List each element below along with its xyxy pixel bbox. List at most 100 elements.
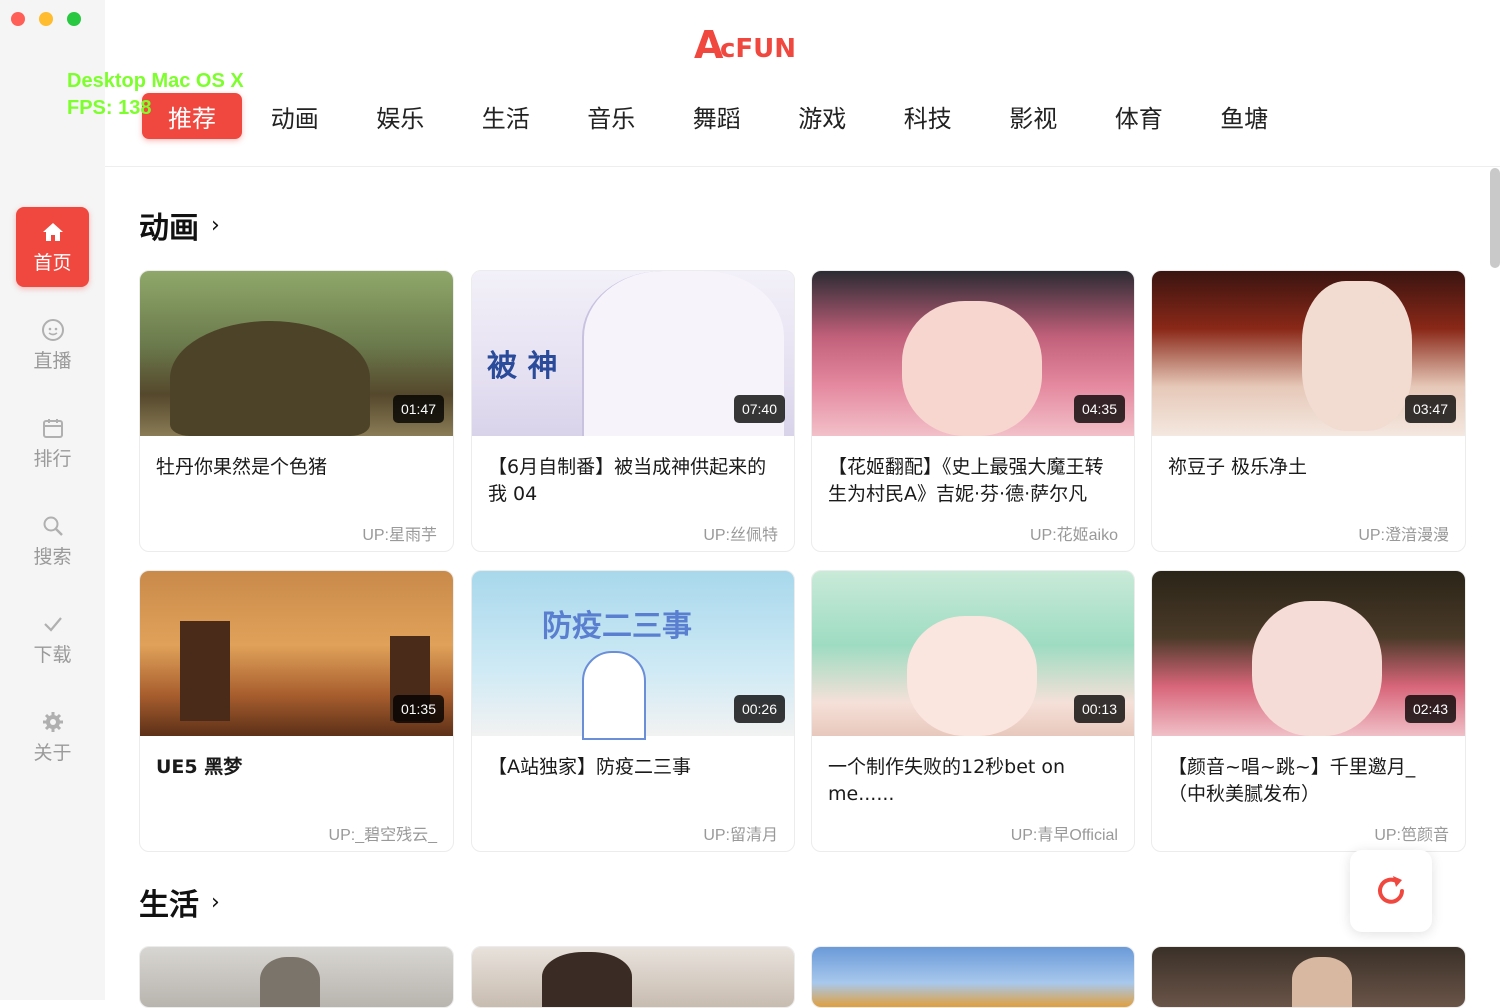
video-thumbnail xyxy=(140,947,453,1007)
video-uploader: UP:丝佩特 xyxy=(703,527,778,544)
check-icon xyxy=(43,616,62,632)
thumbnail-shape xyxy=(1302,281,1412,431)
thumbnail-shape xyxy=(1252,601,1382,736)
duration-badge: 00:13 xyxy=(1073,695,1125,723)
thumbnail-shape xyxy=(582,651,646,740)
sidebar-item-about[interactable]: 关于 xyxy=(16,697,89,777)
face-icon xyxy=(41,318,64,341)
thumbnail-shape xyxy=(907,616,1037,736)
sidebar-item-label: 首页 xyxy=(33,251,72,274)
thumbnail-shape xyxy=(542,952,632,1007)
video-card[interactable] xyxy=(139,946,454,1008)
video-title: 牡丹你果然是个色猪 xyxy=(156,456,328,478)
tab-film[interactable]: 影视 xyxy=(981,93,1087,139)
video-card[interactable]: 防疫二三事 00:26 【A站独家】防疫二三事 UP:留清月 xyxy=(471,570,795,852)
video-title: 【颜音~唱~跳~】千里邀月_（中秋美腻发布） xyxy=(1168,756,1416,805)
home-icon xyxy=(42,222,63,241)
sidebar-item-download[interactable]: 下载 xyxy=(16,599,89,679)
duration-badge: 01:35 xyxy=(392,695,444,723)
video-uploader: UP:_碧空残云_ xyxy=(328,827,437,844)
refresh-icon xyxy=(1378,876,1404,904)
sidebar-item-label: 直播 xyxy=(33,349,72,372)
close-window-button[interactable] xyxy=(11,12,25,26)
thumbnail-shape xyxy=(180,621,230,721)
svg-text:cFUN: cFUN xyxy=(720,34,796,64)
section-title-text: 生活 xyxy=(139,888,199,923)
duration-badge: 07:40 xyxy=(733,395,785,423)
duration-badge: 00:26 xyxy=(733,695,785,723)
video-card[interactable]: 03:47 祢豆子 极乐净土 UP:澄湆漫漫 xyxy=(1151,270,1466,552)
video-uploader: UP:青早Official xyxy=(1010,827,1118,844)
video-title: 祢豆子 极乐净土 xyxy=(1168,456,1308,478)
acfun-logo: A cFUN xyxy=(694,23,806,72)
gear-icon xyxy=(42,711,63,732)
duration-badge: 04:35 xyxy=(1073,395,1125,423)
sidebar-item-label: 排行 xyxy=(33,447,72,470)
sidebar-item-home[interactable]: 首页 xyxy=(16,207,89,287)
sidebar-item-ranking[interactable]: 排行 xyxy=(16,403,89,483)
thumbnail-artwork: 被 神 xyxy=(487,349,558,384)
chevron-right-icon: › xyxy=(211,889,220,915)
sidebar-item-search[interactable]: 搜索 xyxy=(16,501,89,581)
video-title: UE5 黑梦 xyxy=(156,756,243,778)
tab-sports[interactable]: 体育 xyxy=(1086,93,1192,139)
video-thumbnail xyxy=(812,947,1134,1007)
video-card[interactable]: 00:13 一个制作失败的12秒bet on me...... UP:青早Off… xyxy=(811,570,1135,852)
video-title: 【6月自制番】被当成神供起来的我 04 xyxy=(488,456,767,505)
thumbnail-shape xyxy=(902,301,1042,436)
tab-music[interactable]: 音乐 xyxy=(559,93,665,139)
chevron-right-icon: › xyxy=(211,212,220,238)
category-tabs: 推荐 动画 娱乐 生活 音乐 舞蹈 游戏 科技 影视 体育 鱼塘 xyxy=(142,93,1297,141)
video-thumbnail xyxy=(1152,947,1465,1007)
zoom-window-button[interactable] xyxy=(67,12,81,26)
section-title-animation[interactable]: 动画 › xyxy=(139,203,220,247)
tab-games[interactable]: 游戏 xyxy=(770,93,876,139)
video-title: 【A站独家】防疫二三事 xyxy=(488,756,691,778)
thumbnail-shape xyxy=(170,321,370,436)
video-card[interactable]: 01:35 UE5 黑梦 UP:_碧空残云_ xyxy=(139,570,454,852)
sidebar: 首页 直播 排行 搜索 下载 关于 xyxy=(0,0,105,1000)
header-divider xyxy=(105,166,1500,167)
sidebar-item-live[interactable]: 直播 xyxy=(16,305,89,385)
tab-entertainment[interactable]: 娱乐 xyxy=(348,93,454,139)
video-uploader: UP:澄湆漫漫 xyxy=(1358,527,1449,544)
video-uploader: UP:星雨芋 xyxy=(362,527,437,544)
video-card[interactable]: 01:47 牡丹你果然是个色猪 UP:星雨芋 xyxy=(139,270,454,552)
video-uploader: UP:花姬aiko xyxy=(1029,527,1118,544)
video-uploader: UP:笆颜音 xyxy=(1374,827,1449,844)
tab-life[interactable]: 生活 xyxy=(453,93,559,139)
section-title-life[interactable]: 生活 › xyxy=(139,880,220,924)
video-thumbnail xyxy=(472,947,794,1007)
video-card[interactable]: 02:43 【颜音~唱~跳~】千里邀月_（中秋美腻发布） UP:笆颜音 xyxy=(1151,570,1466,852)
tab-tech[interactable]: 科技 xyxy=(875,93,981,139)
video-card[interactable] xyxy=(1151,946,1466,1008)
calendar-icon xyxy=(42,418,63,438)
duration-badge: 02:43 xyxy=(1404,695,1456,723)
tab-dance[interactable]: 舞蹈 xyxy=(664,93,770,139)
section-title-text: 动画 xyxy=(139,211,199,246)
search-icon xyxy=(43,516,63,536)
fps-overlay: Desktop Mac OS X FPS: 138 xyxy=(67,68,244,122)
scrollbar[interactable] xyxy=(1490,168,1500,268)
minimize-window-button[interactable] xyxy=(39,12,53,26)
video-card[interactable] xyxy=(471,946,795,1008)
video-card[interactable]: 被 神 07:40 【6月自制番】被当成神供起来的我 04 UP:丝佩特 xyxy=(471,270,795,552)
acfun-logo-graphic: A cFUN xyxy=(694,23,796,67)
video-card[interactable] xyxy=(811,946,1135,1008)
duration-badge: 01:47 xyxy=(392,395,444,423)
fps-overlay-line1: Desktop Mac OS X xyxy=(67,70,244,92)
video-uploader: UP:留清月 xyxy=(703,827,778,844)
tab-fishpond[interactable]: 鱼塘 xyxy=(1192,93,1298,139)
tab-animation[interactable]: 动画 xyxy=(242,93,348,139)
sidebar-item-label: 搜索 xyxy=(33,545,72,568)
duration-badge: 03:47 xyxy=(1404,395,1456,423)
video-card[interactable]: 04:35 【花姬翻配】《史上最强大魔王转生为村民A》吉妮·芬·德·萨尔凡 UP… xyxy=(811,270,1135,552)
thumbnail-artwork: 防疫二三事 xyxy=(542,609,692,644)
fps-overlay-line2: FPS: 138 xyxy=(67,97,152,119)
refresh-button[interactable] xyxy=(1350,850,1432,932)
sidebar-item-label: 下载 xyxy=(33,643,72,666)
video-title: 一个制作失败的12秒bet on me...... xyxy=(828,756,1066,805)
sidebar-item-label: 关于 xyxy=(33,741,72,764)
main-content: A cFUN 推荐 动画 娱乐 生活 音乐 舞蹈 游戏 科技 影视 体育 鱼塘 … xyxy=(105,0,1500,1008)
video-title: 【花姬翻配】《史上最强大魔王转生为村民A》吉妮·芬·德·萨尔凡 xyxy=(828,456,1104,505)
